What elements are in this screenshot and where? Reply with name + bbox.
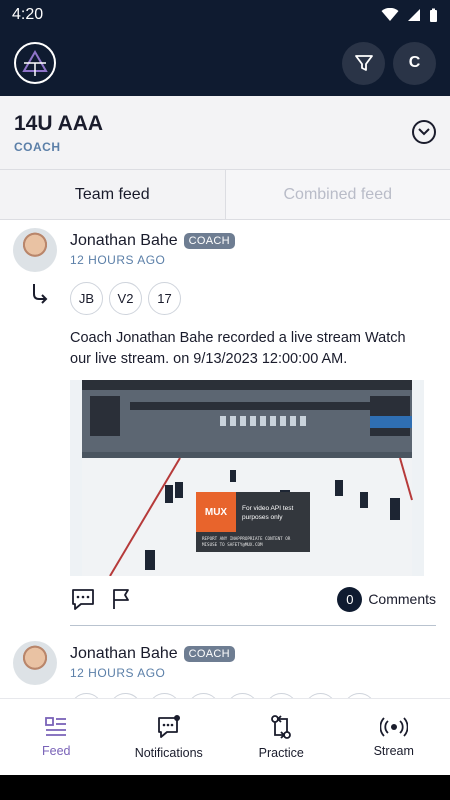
author-row: Jonathan Bahe COACH — [70, 232, 235, 250]
mux-overlay: MUX For video API test purposes only REP… — [196, 492, 310, 552]
feed-post: Jonathan Bahe COACH 12 HOURS AGO — [0, 633, 450, 698]
profile-initial: C — [408, 54, 421, 71]
nav-stream[interactable]: Stream — [338, 699, 450, 775]
comments-button[interactable]: 0 Comments — [337, 586, 436, 612]
app-bar: C — [0, 30, 450, 96]
comment-count: 0 — [337, 586, 363, 612]
team-role: COACH — [14, 140, 61, 154]
flag-icon[interactable] — [110, 587, 132, 611]
feed-post: Jonathan Bahe COACH 12 HOURS AGO JB V2 1… — [0, 220, 450, 630]
chevron-down-icon — [418, 128, 430, 136]
filter-icon — [354, 55, 373, 71]
nav-notifications[interactable]: Notifications — [113, 699, 226, 775]
role-badge: COACH — [183, 233, 235, 249]
video-player[interactable]: MUX For video API test purposes only REP… — [70, 380, 424, 576]
app-actions: C — [342, 41, 436, 85]
wifi-icon — [381, 8, 399, 21]
nav-feed[interactable]: Feed — [0, 699, 113, 775]
player-chip[interactable]: JB — [70, 282, 103, 315]
post-time: 12 HOURS AGO — [70, 253, 166, 267]
system-gesture-bar — [0, 775, 450, 800]
role-badge: COACH — [183, 646, 235, 662]
practice-icon — [271, 715, 292, 739]
nav-notifications-label: Notifications — [134, 746, 203, 760]
avatar[interactable] — [13, 228, 57, 272]
status-icons — [381, 8, 438, 23]
feed-tabs: Team feed Combined feed — [0, 170, 450, 220]
reply-arrow-icon — [33, 284, 48, 304]
nav-practice-label: Practice — [258, 746, 304, 760]
player-chip[interactable]: 17 — [148, 282, 181, 315]
profile-button[interactable]: C — [393, 41, 436, 85]
author-row: Jonathan Bahe COACH — [70, 645, 235, 663]
app-logo[interactable] — [14, 42, 56, 84]
tagged-players: JB V2 17 — [70, 282, 181, 315]
post-time: 12 HOURS AGO — [70, 666, 166, 680]
feed-icon — [45, 717, 67, 736]
avatar[interactable] — [13, 641, 57, 685]
status-bar: 4:20 — [0, 0, 450, 30]
team-name: 14U AAA — [14, 112, 104, 135]
player-chip[interactable]: V2 — [109, 282, 142, 315]
stream-icon — [379, 717, 408, 737]
tab-team-feed[interactable]: Team feed — [0, 170, 226, 219]
battery-icon — [430, 8, 437, 22]
comments-label: Comments — [368, 591, 436, 607]
mux-note: For video API test purposes only — [242, 505, 294, 521]
comment-icon[interactable] — [70, 586, 96, 612]
team-header[interactable]: 14U AAA COACH — [0, 96, 450, 170]
post-text: Coach Jonathan Bahe recorded a live stre… — [70, 330, 406, 367]
mux-logo: MUX — [196, 492, 236, 532]
nav-stream-label: Stream — [373, 744, 414, 758]
mux-label: MUX — [204, 506, 228, 518]
notifications-icon — [157, 715, 180, 738]
team-dropdown-button[interactable] — [412, 120, 436, 144]
author-name[interactable]: Jonathan Bahe — [70, 645, 178, 663]
mux-report: REPORT ANY INAPPROPRIATE CONTENT OR MISU… — [202, 536, 291, 547]
signal-icon — [408, 9, 420, 21]
nav-feed-label: Feed — [42, 744, 71, 758]
status-time: 4:20 — [12, 6, 44, 23]
filter-button[interactable] — [342, 41, 385, 85]
bottom-nav: Feed Notifications Practice Stream — [0, 698, 450, 775]
tab-combined-feed[interactable]: Combined feed — [225, 170, 450, 219]
logo-icon — [22, 50, 48, 76]
author-name[interactable]: Jonathan Bahe — [70, 232, 178, 250]
nav-practice[interactable]: Practice — [225, 699, 338, 775]
post-divider — [70, 625, 436, 626]
post-actions: 0 Comments — [70, 586, 436, 612]
